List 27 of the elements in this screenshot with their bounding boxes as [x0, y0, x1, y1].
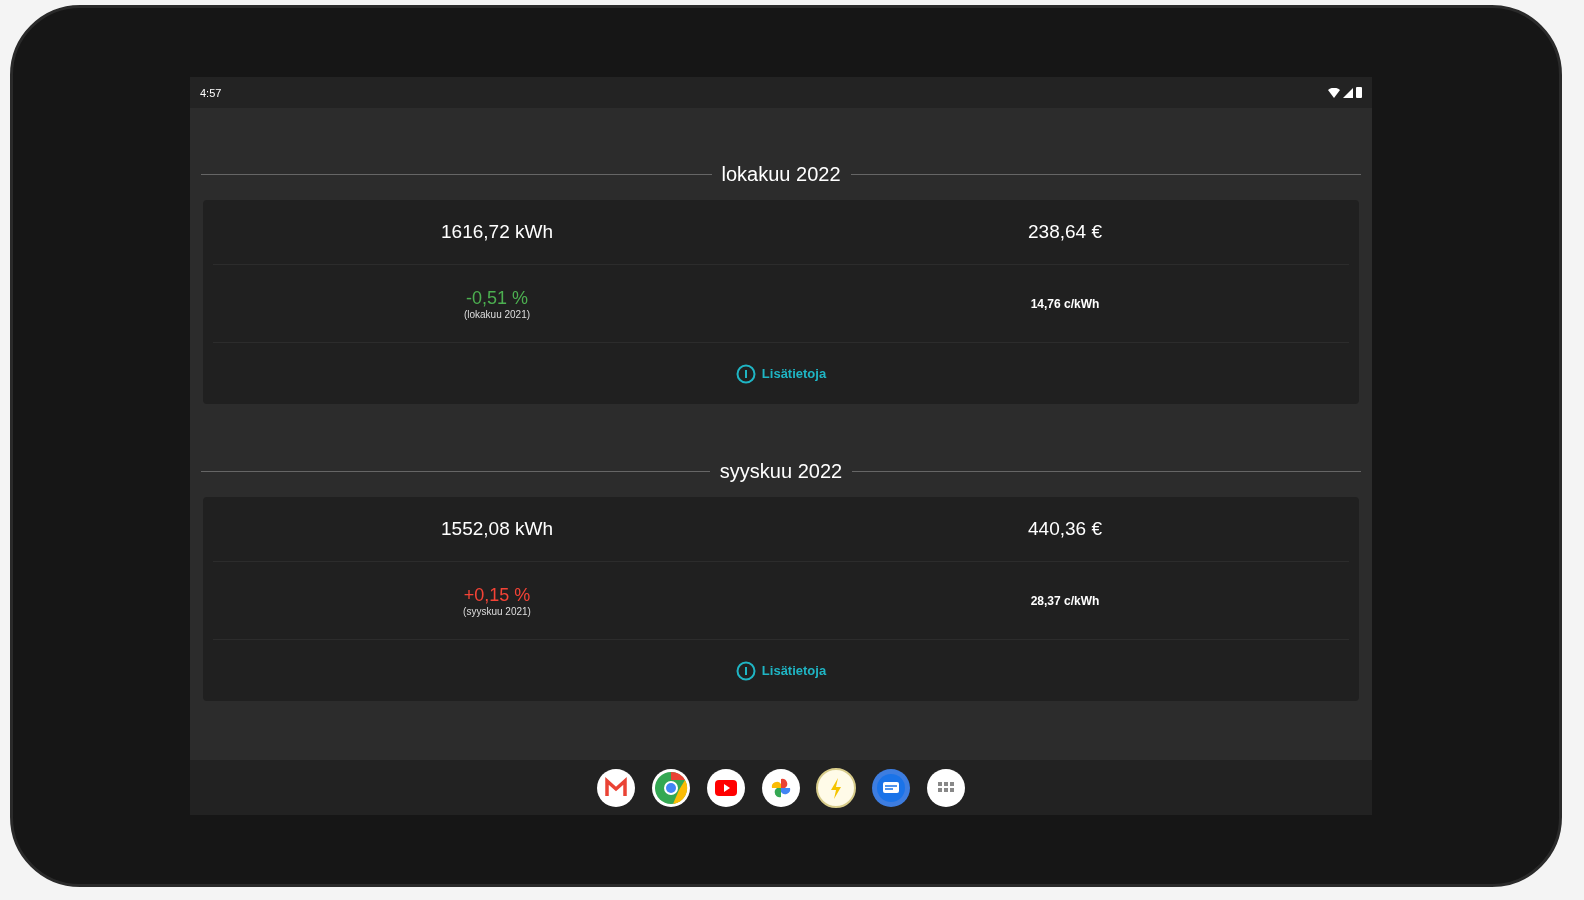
unit-price: 14,76 c/kWh — [1030, 296, 1100, 311]
info-icon — [735, 363, 756, 384]
info-link[interactable]: Lisätietoja — [735, 660, 827, 681]
comparison-period: (syyskuu 2021) — [463, 605, 531, 617]
app-grid-icon[interactable] — [926, 767, 966, 808]
cost-value: 440,36 € — [1028, 518, 1102, 540]
battery-icon — [1356, 87, 1362, 98]
wifi-icon — [1328, 87, 1340, 98]
month-title: syyskuu 2022 — [719, 460, 843, 483]
change-percent: +0,15 % — [463, 584, 531, 606]
play-button-icon[interactable] — [706, 767, 746, 808]
message-icon[interactable] — [871, 767, 911, 808]
info-link[interactable]: Lisätietoja — [735, 363, 827, 384]
letter-m-icon[interactable] — [596, 767, 636, 808]
energy-value: 1552,08 kWh — [441, 518, 553, 540]
info-icon — [735, 660, 756, 681]
browser-icon[interactable] — [651, 767, 691, 808]
status-time: 4:57 — [200, 86, 222, 99]
unit-price: 28,37 c/kWh — [1030, 593, 1100, 608]
month-title: lokakuu 2022 — [721, 163, 841, 186]
signal-icon — [1343, 87, 1353, 98]
energy-value: 1616,72 kWh — [441, 221, 553, 243]
change-percent: -0,51 % — [465, 287, 528, 309]
comparison-period: (lokakuu 2021) — [463, 308, 531, 320]
cost-value: 238,64 € — [1028, 221, 1102, 243]
lightning-icon[interactable] — [816, 767, 856, 808]
pinwheel-icon[interactable] — [761, 767, 801, 808]
